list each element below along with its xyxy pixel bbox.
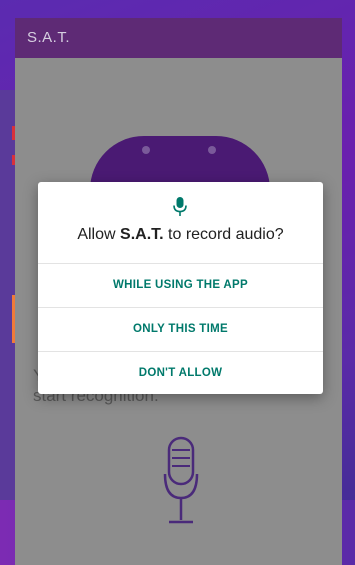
dont-allow-button[interactable]: DON'T ALLOW [38,351,323,395]
microphone-icon[interactable] [161,436,201,528]
while-using-the-app-button[interactable]: WHILE USING THE APP [38,263,323,307]
dialog-app-name: S.A.T. [120,226,164,243]
app-title: S.A.T. [27,29,71,46]
permission-dialog: Allow S.A.T. to record audio? WHILE USIN… [38,182,323,394]
only-this-time-button[interactable]: ONLY THIS TIME [38,307,323,351]
dialog-title: Allow S.A.T. to record audio? [77,226,284,243]
app-bar: S.A.T. [15,18,342,58]
microphone-icon [173,197,187,216]
